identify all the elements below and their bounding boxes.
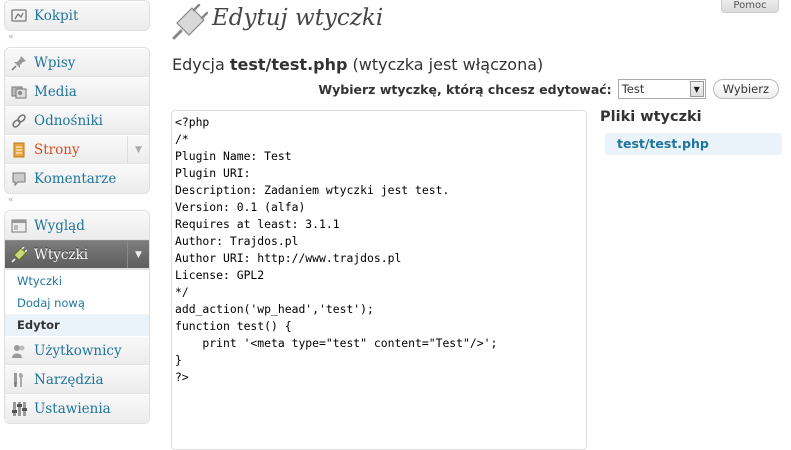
users-icon	[10, 342, 28, 360]
expand-toggle-icon[interactable]: ▼	[127, 136, 149, 163]
dropdown-arrow-icon[interactable]: ▼	[689, 81, 704, 97]
menu-item-label: Media	[34, 83, 77, 100]
menu-separator[interactable]: «	[4, 31, 150, 47]
collapse-arrows-icon: «	[8, 195, 14, 205]
menu-item-pages[interactable]: Strony ▼	[5, 135, 149, 164]
plugin-files-title: Pliki wtyczki	[600, 109, 702, 125]
menu-item-posts[interactable]: Wpisy	[5, 48, 149, 77]
settings-icon	[10, 400, 28, 418]
submenu-item-add-new[interactable]: Dodaj nową	[5, 292, 149, 314]
subtitle-status: (wtyczka jest włączona)	[347, 55, 544, 74]
menu-item-users[interactable]: Użytkownicy	[5, 336, 149, 365]
subtitle-prefix: Edycja	[172, 55, 230, 74]
plugins-submenu: Wtyczki Dodaj nową Edytor	[5, 269, 149, 336]
plugin-selector: Wybierz wtyczkę, którą chcesz edytować: …	[318, 79, 779, 99]
menu-item-label: Narzędzia	[34, 371, 104, 388]
plugins-page-icon	[172, 3, 209, 40]
menu-item-tools[interactable]: Narzędzia	[5, 365, 149, 394]
menu-item-label: Strony	[34, 141, 80, 158]
appearance-icon	[10, 217, 28, 235]
collapse-arrows-icon: «	[8, 32, 14, 42]
expand-toggle-icon[interactable]: ▼	[127, 241, 149, 268]
links-icon	[10, 112, 28, 130]
menu-item-plugins[interactable]: Wtyczki ▼	[5, 240, 149, 269]
menu-group-dashboard: Kokpit	[4, 0, 150, 31]
menu-item-appearance[interactable]: Wygląd	[5, 211, 149, 240]
help-tab[interactable]: Pomoc	[721, 0, 779, 13]
menu-item-comments[interactable]: Komentarze	[5, 164, 149, 193]
select-plugin-button[interactable]: Wybierz	[712, 79, 779, 99]
menu-item-links[interactable]: Odnośniki	[5, 106, 149, 135]
plugins-icon	[10, 246, 28, 264]
plugin-select[interactable]: Test ▼	[617, 79, 706, 99]
admin-sidebar: Kokpit « Wpisy Media Odnośniki Strony ▼ …	[4, 0, 150, 424]
menu-item-label: Komentarze	[34, 171, 117, 187]
plugin-file-link[interactable]: test/test.php	[605, 133, 782, 155]
menu-item-label: Kokpit	[34, 8, 79, 24]
menu-item-label: Użytkownicy	[34, 342, 122, 359]
submenu-item-installed-plugins[interactable]: Wtyczki	[5, 270, 149, 292]
tools-icon	[10, 371, 28, 389]
editing-file-heading: Edycja test/test.php (wtyczka jest włącz…	[172, 55, 543, 74]
code-editor-textarea[interactable]: <?php /* Plugin Name: Test Plugin URI: D…	[171, 110, 587, 450]
plugin-select-value: Test	[621, 82, 645, 96]
menu-item-media[interactable]: Media	[5, 77, 149, 106]
menu-group-content: Wpisy Media Odnośniki Strony ▼ Komentarz…	[4, 47, 150, 194]
menu-item-label: Odnośniki	[34, 112, 103, 129]
pin-icon	[10, 54, 28, 72]
page-title: Edytuj wtyczki	[212, 5, 384, 31]
media-icon	[10, 83, 28, 101]
menu-group-settings: Wygląd Wtyczki ▼ Wtyczki Dodaj nową Edyt…	[4, 210, 150, 424]
menu-item-label: Ustawienia	[34, 401, 111, 417]
menu-item-label: Wygląd	[34, 217, 85, 234]
menu-item-label: Wtyczki	[34, 246, 89, 263]
pages-icon	[10, 141, 28, 159]
comments-icon	[10, 170, 28, 188]
submenu-item-editor[interactable]: Edytor	[5, 314, 149, 336]
menu-separator[interactable]: «	[4, 194, 150, 210]
menu-item-settings[interactable]: Ustawienia	[5, 394, 149, 423]
menu-item-label: Wpisy	[34, 54, 76, 71]
dashboard-icon	[10, 7, 28, 25]
subtitle-file: test/test.php	[229, 55, 348, 74]
plugin-select-label: Wybierz wtyczkę, którą chcesz edytować:	[318, 81, 612, 97]
menu-item-dashboard[interactable]: Kokpit	[5, 1, 149, 30]
